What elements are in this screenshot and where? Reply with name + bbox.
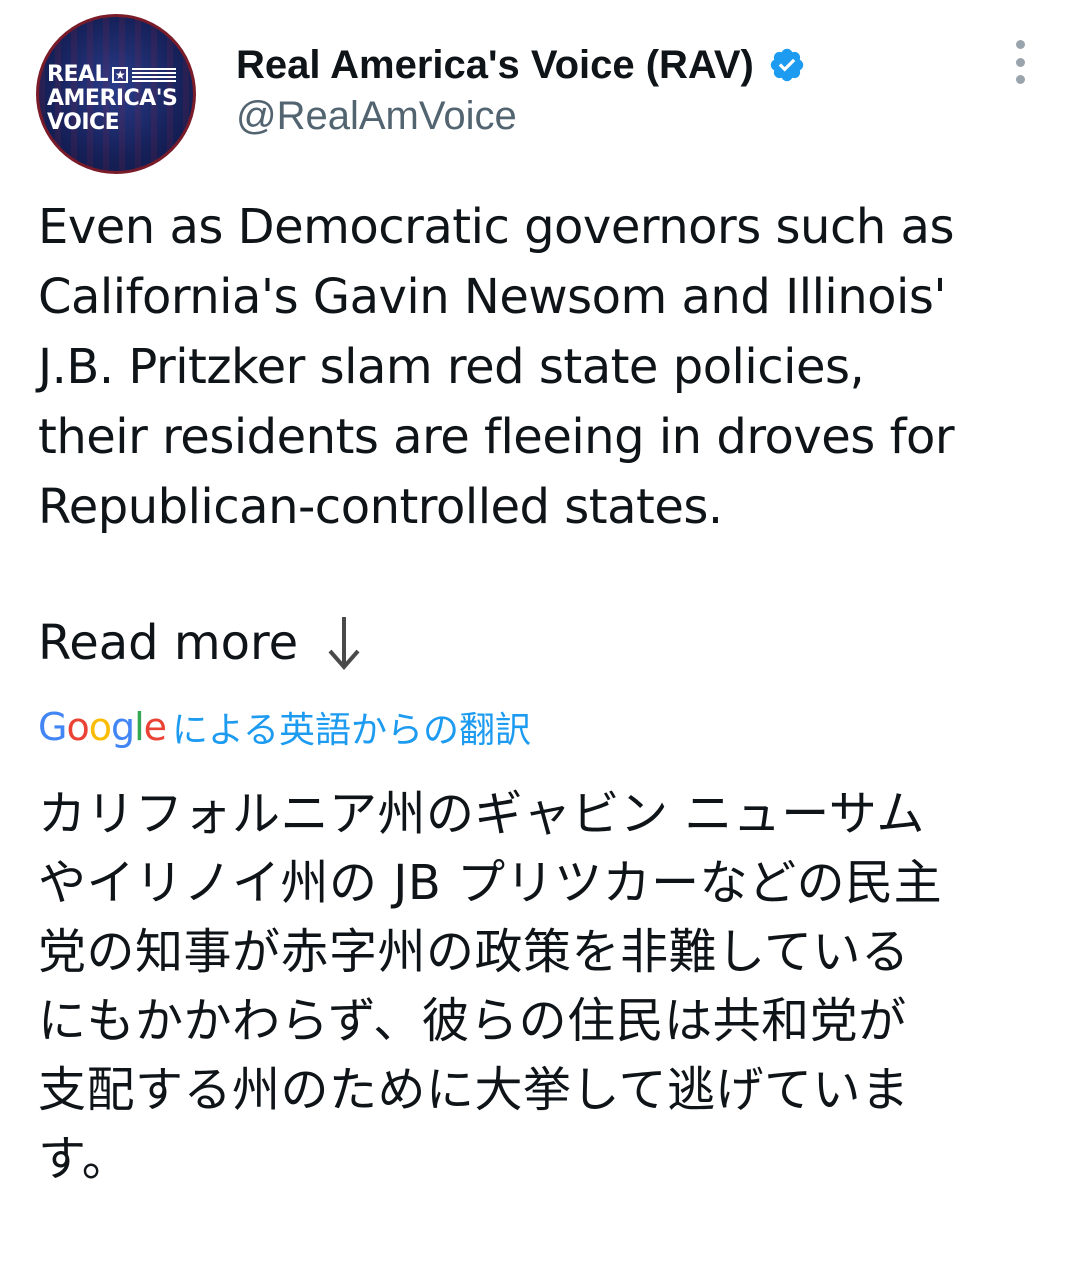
arrow-down-icon [328, 617, 360, 671]
avatar[interactable]: REAL ★ AMERICA'S VOICE [36, 14, 196, 174]
more-vertical-icon[interactable] [1006, 40, 1034, 84]
author-name-row[interactable]: Real America's Voice (RAV) [236, 40, 806, 90]
more-dot [1015, 75, 1025, 84]
translated-text-line: 党の知事が赤字州の政策を非難している [38, 924, 910, 980]
more-dot [1015, 40, 1025, 49]
tweet-text: Even as Democratic governors such as Cal… [38, 192, 1048, 542]
translation-label[interactable]: Google による英語からの翻訳 [38, 702, 531, 752]
verified-badge-icon [770, 48, 804, 82]
more-dot [1015, 57, 1025, 67]
author-handle[interactable]: @RealAmVoice [236, 94, 517, 139]
translated-text-line: す。 [38, 1131, 131, 1187]
tweet: REAL ★ AMERICA'S VOICE Real America's Voi… [0, 0, 1080, 1284]
tweet-text-line: California's Gavin Newsom and Illinois' [38, 269, 947, 325]
avatar-logo-line-1: REAL [47, 62, 109, 87]
star-icon: ★ [112, 67, 129, 83]
tweet-text-line: J.B. Pritzker slam red state policies, [38, 339, 865, 395]
tweet-text-line: their residents are fleeing in droves fo… [38, 409, 955, 465]
translated-text-line: カリフォルニア州のギャビン ニューサム [38, 786, 925, 842]
read-more: Read more [38, 608, 364, 678]
tweet-text-line: Republican-controlled states. [38, 479, 723, 535]
avatar-logo: REAL ★ AMERICA'S VOICE [47, 62, 178, 135]
author-display-name[interactable]: Real America's Voice (RAV) [236, 43, 754, 88]
avatar-logo-line-2: AMERICA'S [47, 86, 178, 111]
google-logo: Google [38, 705, 167, 749]
translated-text-line: にもかかわらず、彼らの住民は共和党が [38, 993, 907, 1049]
tweet-text-line: Even as Democratic governors such as [38, 199, 954, 255]
translated-text-line: やイリノイ州の JB プリツカーなどの民主 [38, 855, 943, 911]
avatar-logo-line-3: VOICE [47, 110, 120, 135]
translation-caption[interactable]: による英語からの翻訳 [172, 701, 531, 753]
read-more-text: Read more [38, 615, 299, 671]
translated-text: カリフォルニア州のギャビン ニューサム やイリノイ州の JB プリツカーなどの民… [38, 780, 1048, 1194]
translated-text-line: 支配する州のために大挙して逃げていま [38, 1062, 910, 1118]
flag-stripes-icon [132, 68, 177, 82]
